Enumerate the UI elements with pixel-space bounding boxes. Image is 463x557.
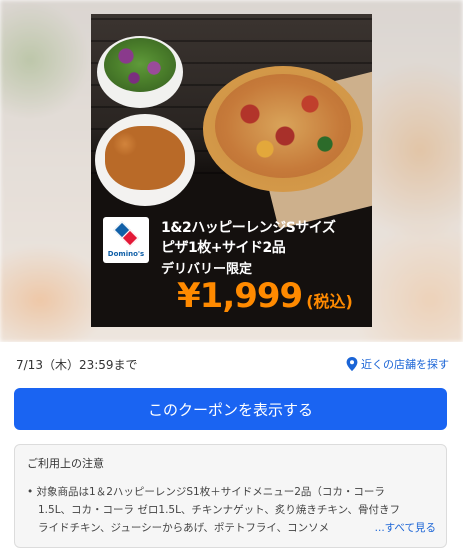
usage-notes-title: ご利用上の注意 bbox=[27, 457, 104, 470]
notes-line: 1.5L、コカ・コーラ ゼロ1.5L、チキンナゲット、炙り焼きチキン、骨付きフ bbox=[38, 504, 400, 516]
ad-price: ¥1,999 (税込) bbox=[177, 276, 353, 316]
expiry-date: 7/13（木）23:59まで bbox=[16, 357, 138, 372]
logo-text: Domino's bbox=[107, 250, 145, 258]
price-amount: ¥1,999 bbox=[177, 276, 303, 316]
fried-chicken-image bbox=[105, 126, 185, 190]
show-coupon-button[interactable]: このクーポンを表示する bbox=[14, 388, 447, 430]
find-nearby-store-link[interactable]: 近くの店舗を探す bbox=[346, 356, 449, 372]
coupon-info-row: 7/13（木）23:59まで 近くの店舗を探す bbox=[0, 342, 463, 386]
salad-image bbox=[104, 38, 176, 92]
map-pin-icon bbox=[346, 357, 358, 371]
store-link-label: 近くの店舗を探す bbox=[361, 358, 449, 371]
ad-headline-line2: ピザ1枚+サイド2品 bbox=[161, 240, 286, 256]
usage-notes-body: • 対象商品は1＆2ハッピーレンジS1枚＋サイドメニュー2品（コカ・コーラ 1.… bbox=[27, 483, 436, 537]
pizza-toppings bbox=[215, 74, 351, 178]
ad-delivery-only: デリバリー限定 bbox=[161, 262, 253, 277]
domino-tile-icon bbox=[113, 221, 139, 247]
ad-headline-line1: 1&2ハッピーレンジSサイズ bbox=[161, 220, 336, 236]
usage-notes: ご利用上の注意 • 対象商品は1＆2ハッピーレンジS1枚＋サイドメニュー2品（コ… bbox=[14, 444, 447, 548]
coupon-hero: Domino's 1&2ハッピーレンジSサイズ ピザ1枚+サイド2品 デリバリー… bbox=[0, 0, 463, 342]
price-tax-note: (税込) bbox=[306, 292, 353, 311]
see-all-link[interactable]: ...すべて見る bbox=[346, 519, 436, 537]
notes-line: • 対象商品は1＆2ハッピーレンジS1枚＋サイドメニュー2品（コカ・コーラ bbox=[27, 486, 385, 498]
dominos-logo: Domino's bbox=[103, 217, 149, 263]
coupon-ad-image: Domino's 1&2ハッピーレンジSサイズ ピザ1枚+サイド2品 デリバリー… bbox=[91, 14, 372, 327]
